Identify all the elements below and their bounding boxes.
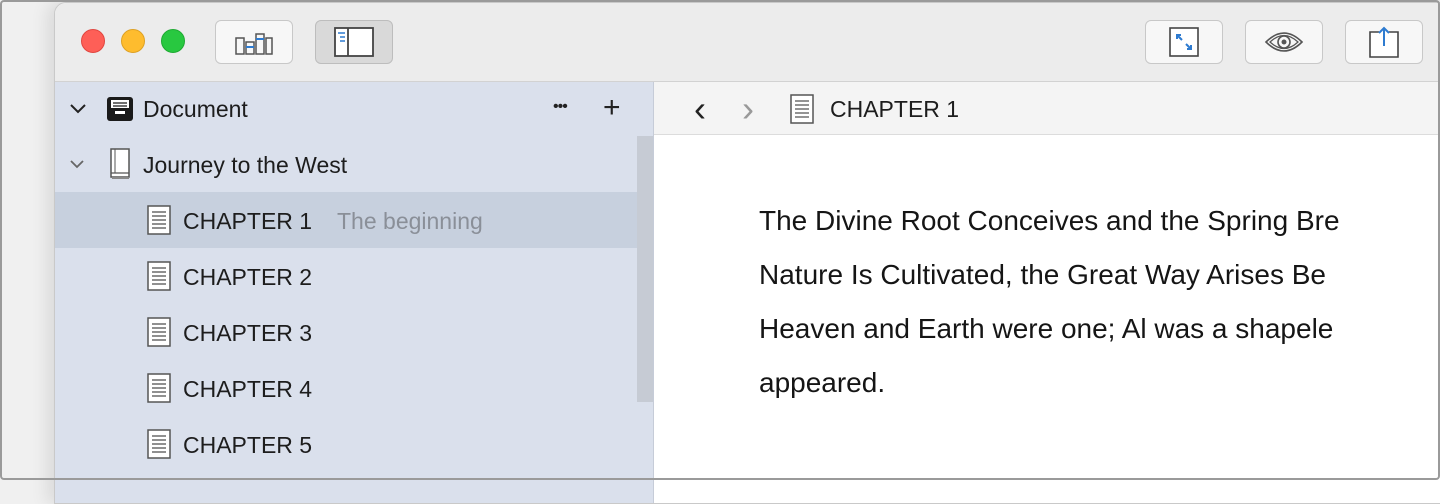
text-line: Heaven and Earth were one; Al was a shap… <box>759 313 1334 344</box>
chapter-label: CHAPTER 4 <box>183 376 313 402</box>
close-window-button[interactable] <box>81 29 105 53</box>
app-window: Document ••• + Journey to the West CHAPT… <box>54 2 1440 504</box>
editor-pane: ‹ › CHAPTER 1 The Divine Root Conceives … <box>654 82 1440 503</box>
chapter-label: CHAPTER 5 <box>183 432 313 458</box>
binder-book-row[interactable]: Journey to the West <box>55 136 637 192</box>
book-title: Journey to the West <box>143 152 348 178</box>
share-button[interactable] <box>1345 20 1423 64</box>
zoom-window-button[interactable] <box>161 29 185 53</box>
minimize-window-button[interactable] <box>121 29 145 53</box>
more-options-button[interactable]: ••• <box>553 98 568 116</box>
chapter-label: CHAPTER 1 <box>183 208 313 234</box>
chapter-row[interactable]: CHAPTER 5 <box>55 416 637 472</box>
document-icon <box>147 429 171 464</box>
document-icon <box>147 261 171 296</box>
composition-mode-button[interactable] <box>1145 20 1223 64</box>
chevron-down-icon[interactable] <box>69 158 85 176</box>
binder-root-row[interactable]: Document ••• + <box>55 82 637 138</box>
document-icon <box>147 205 171 240</box>
expand-icon <box>1169 27 1199 57</box>
text-line: appeared. <box>759 367 886 398</box>
chapter-label: CHAPTER 3 <box>183 320 313 346</box>
editor-header: ‹ › CHAPTER 1 <box>654 82 1440 135</box>
binder-root-label: Document <box>143 96 248 122</box>
chapter-row[interactable]: CHAPTER 3 <box>55 304 637 360</box>
sidebar-toggle-button[interactable] <box>315 20 393 64</box>
chapter-label: CHAPTER 2 <box>183 264 313 290</box>
forward-button[interactable]: › <box>742 88 754 130</box>
sidebar-scrollbar[interactable] <box>637 136 653 402</box>
text-line: The Divine Root Conceives and the Spring… <box>759 205 1340 236</box>
corkboard-view-button[interactable] <box>215 20 293 64</box>
text-line: Nature Is Cultivated, the Great Way Aris… <box>759 259 1326 290</box>
title-bar <box>55 3 1440 82</box>
document-icon <box>790 94 814 129</box>
eye-icon <box>1264 32 1304 52</box>
chevron-down-icon[interactable] <box>69 102 87 121</box>
inbox-tray-icon <box>105 96 135 127</box>
text-editor[interactable]: The Divine Root Conceives and the Spring… <box>759 194 1440 410</box>
document-icon <box>147 373 171 408</box>
document-title: CHAPTER 1 <box>830 96 960 122</box>
back-button[interactable]: ‹ <box>694 88 706 130</box>
add-item-button[interactable]: + <box>603 91 621 125</box>
chapter-row[interactable]: CHAPTER 2 <box>55 248 637 304</box>
quick-look-button[interactable] <box>1245 20 1323 64</box>
corkboard-icon <box>235 33 273 55</box>
chapter-row[interactable]: CHAPTER 4 <box>55 360 637 416</box>
share-icon <box>1369 26 1399 58</box>
book-icon <box>109 148 131 185</box>
sidebar-toggle-icon <box>334 27 374 57</box>
chapter-row[interactable]: CHAPTER 1 The beginning <box>55 192 637 248</box>
binder-sidebar: Document ••• + Journey to the West CHAPT… <box>55 82 654 503</box>
chapter-synopsis: The beginning <box>337 208 483 234</box>
document-icon <box>147 317 171 352</box>
